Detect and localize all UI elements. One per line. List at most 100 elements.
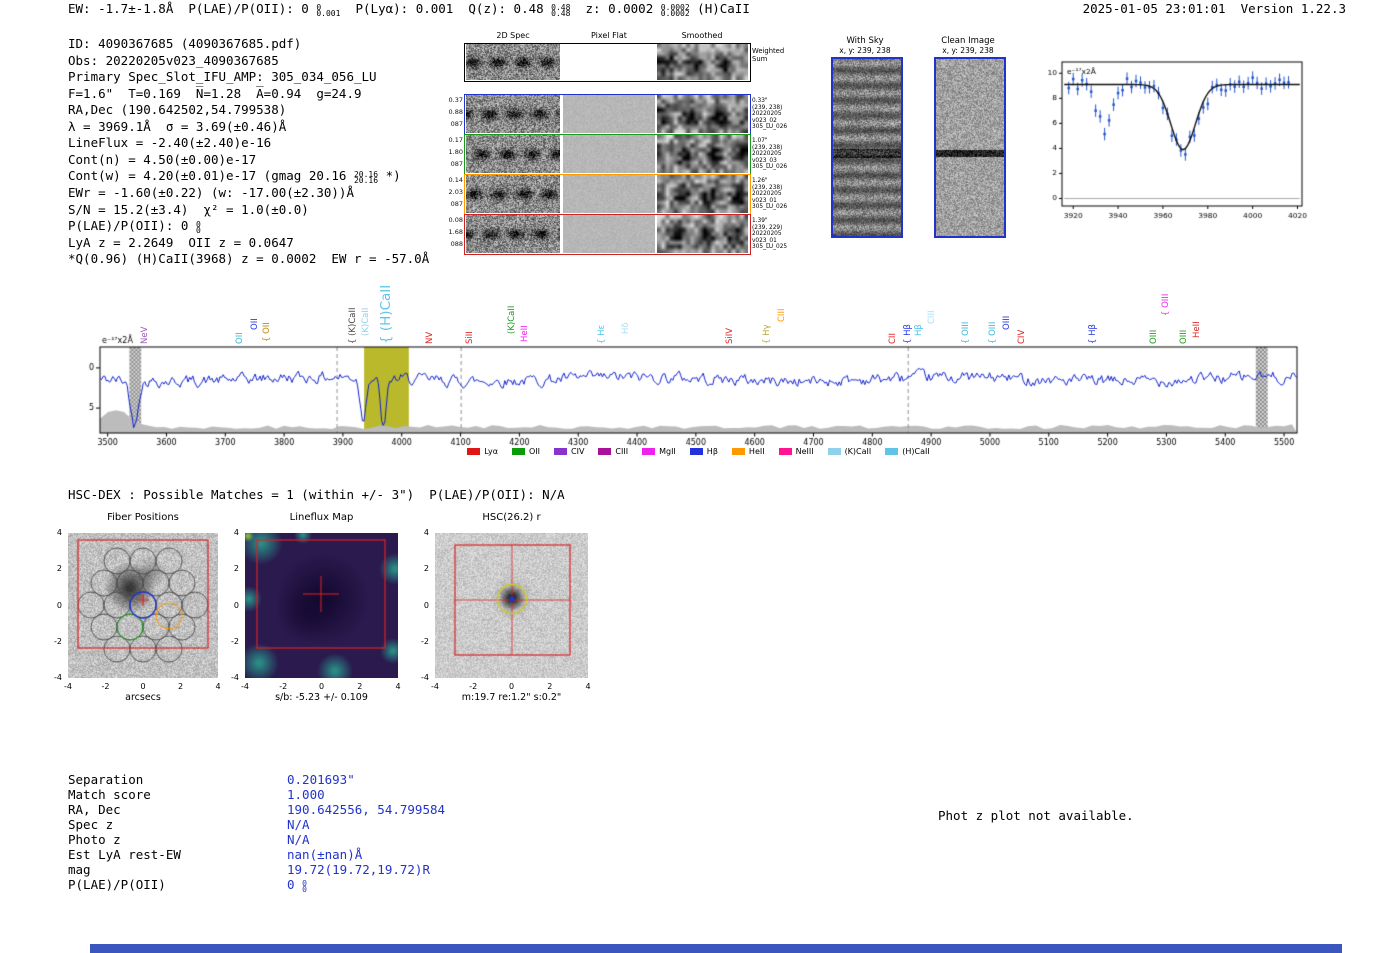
y-tick-label: -2 bbox=[54, 636, 62, 646]
legend-item: MgII bbox=[642, 447, 676, 456]
smoothed-image bbox=[657, 175, 748, 213]
legend-label: CIV bbox=[571, 447, 585, 456]
y-tick-label: -4 bbox=[231, 673, 239, 682]
cutout-title: Lineflux Map bbox=[289, 512, 354, 523]
info-line: LyA z = 2.2649 OII z = 0.0647 bbox=[68, 235, 294, 250]
x-tick-label: -2 bbox=[279, 682, 288, 691]
match-row-value: 190.642556, 54.799584 bbox=[287, 802, 446, 817]
spectral-line-label: OIII bbox=[1001, 315, 1012, 330]
x-tick-label: 2 bbox=[177, 682, 184, 691]
spectrum-legend: Lyα OII CIV CIII MgII Hβ HeII NeIII (K)CaII (H)Ca… bbox=[100, 447, 1297, 456]
spec2d-scale-label: 0.08 bbox=[448, 216, 463, 224]
legend-item: OII bbox=[511, 447, 540, 456]
spectral-line-label: { OIII bbox=[960, 321, 971, 344]
cutout-title: HSC(26.2) r bbox=[482, 512, 541, 523]
clean-image-title: Clean Image bbox=[941, 36, 995, 46]
match-row-value: N/A bbox=[287, 817, 310, 832]
spectral-line-label: CIV bbox=[1017, 329, 1028, 344]
match-row-label: Match score bbox=[68, 787, 151, 802]
legend-color-swatch bbox=[642, 448, 656, 455]
spec2d-scale-label: 1.80 bbox=[448, 148, 463, 156]
legend-item: HeII bbox=[731, 447, 765, 456]
text-segment: 0 bbox=[287, 877, 303, 892]
spectral-line-label: CIII bbox=[777, 308, 788, 322]
bottom-bar bbox=[90, 944, 1342, 953]
legend-label: Hβ bbox=[706, 447, 718, 456]
text-segment: Primary Spec_Slot_IFU_AMP: 305_034_056_L… bbox=[68, 69, 377, 85]
spec2d-annotation: 20220205 bbox=[752, 191, 782, 198]
stacked-value: 20.16 20.16 bbox=[353, 169, 379, 186]
spec2d-image bbox=[466, 215, 560, 253]
spec2d-annotation: 1.07" bbox=[752, 138, 768, 144]
spec2d-annotation: 1.26" bbox=[752, 178, 768, 184]
legend-color-swatch bbox=[511, 448, 525, 455]
text-segment: LyA z = 2.2649 OII z = 0.0647 bbox=[68, 234, 294, 250]
legend-item: Lyα bbox=[467, 447, 498, 456]
x-tick-label: 0 bbox=[140, 682, 146, 691]
legend-label: MgII bbox=[659, 447, 676, 456]
info-line: Cont(n) = 4.50(±0.00)e-17 bbox=[68, 152, 256, 167]
text-segment: Obs: 20220205v023_4090367685 bbox=[68, 52, 279, 68]
x-tick-label: -4 bbox=[241, 682, 249, 691]
stacked-value: 0.48 0.48 bbox=[551, 2, 571, 18]
legend-item: NeIII bbox=[778, 447, 814, 456]
match-row-label: Photo z bbox=[68, 832, 121, 847]
spec2d-annotation: Sum bbox=[752, 55, 768, 63]
spectral-line-label: { Hβ bbox=[903, 324, 914, 344]
spec2d-annotation: 305_LU_025 bbox=[752, 244, 788, 251]
x-tick-label: 4 bbox=[395, 682, 401, 691]
legend-color-swatch bbox=[467, 448, 481, 455]
text-segment: P(LAE)/P(OII): 0 bbox=[68, 218, 196, 234]
match-row-label: Spec z bbox=[68, 817, 114, 832]
spectral-line-label: (K)CaII bbox=[360, 307, 371, 336]
spectral-line-label: { (K)CaII bbox=[347, 307, 358, 344]
x-tick-label: 4 bbox=[585, 682, 591, 691]
match-row-value: N/A bbox=[287, 832, 310, 847]
spectral-line-label: SiIV bbox=[725, 327, 736, 344]
info-line: Cont(w) = 4.20(±0.01)e-17 (gmag 20.16 20… bbox=[68, 168, 401, 185]
legend-label: (H)CaII bbox=[902, 447, 930, 456]
spec2d-annotation: (239, 238) bbox=[752, 104, 783, 111]
spec2d-image bbox=[466, 44, 560, 80]
spectral-line-label: SiII bbox=[465, 331, 476, 344]
match-row-label: P(LAE)/P(OII) bbox=[68, 877, 166, 892]
spectral-line-label: { Hγ bbox=[761, 324, 772, 344]
spec2d-annotation: Weighted bbox=[752, 47, 785, 55]
withsky-title: With Sky bbox=[846, 36, 884, 46]
spec2d-image bbox=[466, 175, 560, 213]
x-tick-label: 4 bbox=[215, 682, 221, 691]
lineflux-map-plot bbox=[245, 533, 398, 678]
legend-color-swatch bbox=[554, 448, 567, 455]
spectral-line-label: CII bbox=[887, 333, 898, 344]
spectral-line-label: OII bbox=[235, 332, 246, 344]
photz-note: Phot z plot not available. bbox=[938, 808, 1134, 823]
text-segment: EW: -1.7±-1.8Å P(LAE)/P(OII): 0 bbox=[68, 1, 317, 16]
info-line: *Q(0.96) (H)CaII(3968) z = 0.0002 EW r =… bbox=[68, 251, 429, 266]
cutout-caption: s/b: -5.23 +/- 0.109 bbox=[275, 692, 368, 703]
elixer-report-page: EW: -1.7±-1.8Å P(LAE)/P(OII): 0 0 0.001 P… bbox=[0, 0, 1400, 953]
x-tick-label: 2 bbox=[547, 682, 553, 691]
x-tick-label: -2 bbox=[101, 682, 110, 691]
legend-item: (K)CaII bbox=[827, 447, 871, 456]
spec2d-annotation: 305_LU_026 bbox=[752, 124, 788, 131]
spec2d-scale-label: 088 bbox=[450, 240, 463, 248]
spectral-line-label: { OII bbox=[261, 322, 272, 342]
spectral-line-label: { Hβ bbox=[1087, 324, 1098, 344]
smoothed-image bbox=[657, 95, 748, 133]
text-segment: P(Lyα): 0.001 Q(z): 0.48 bbox=[340, 1, 552, 16]
spec2d-image bbox=[466, 135, 560, 173]
text-segment: S/N = 15.2(±3.4) χ² = 1.0(±0.0) bbox=[68, 201, 309, 217]
legend-label: CIII bbox=[615, 447, 629, 456]
legend-color-swatch bbox=[689, 448, 703, 455]
stacked-value: 00 bbox=[302, 878, 307, 894]
smoothed-image bbox=[657, 215, 748, 253]
spec2d-annotation: 20220205 bbox=[752, 231, 782, 238]
spectral-line-label: NeV bbox=[140, 326, 151, 344]
spec2d-scale-label: 0.88 bbox=[448, 108, 463, 116]
spec2d-annotation: 305_LU_026 bbox=[752, 204, 788, 211]
spec2d-scale-label: 0.14 bbox=[448, 176, 463, 184]
legend-label: Lyα bbox=[484, 447, 498, 456]
header-datetime-version: 2025-01-05 23:01:01 Version 1.22.3 bbox=[1082, 1, 1346, 16]
withsky-image bbox=[831, 57, 903, 238]
legend-color-swatch bbox=[778, 448, 792, 455]
